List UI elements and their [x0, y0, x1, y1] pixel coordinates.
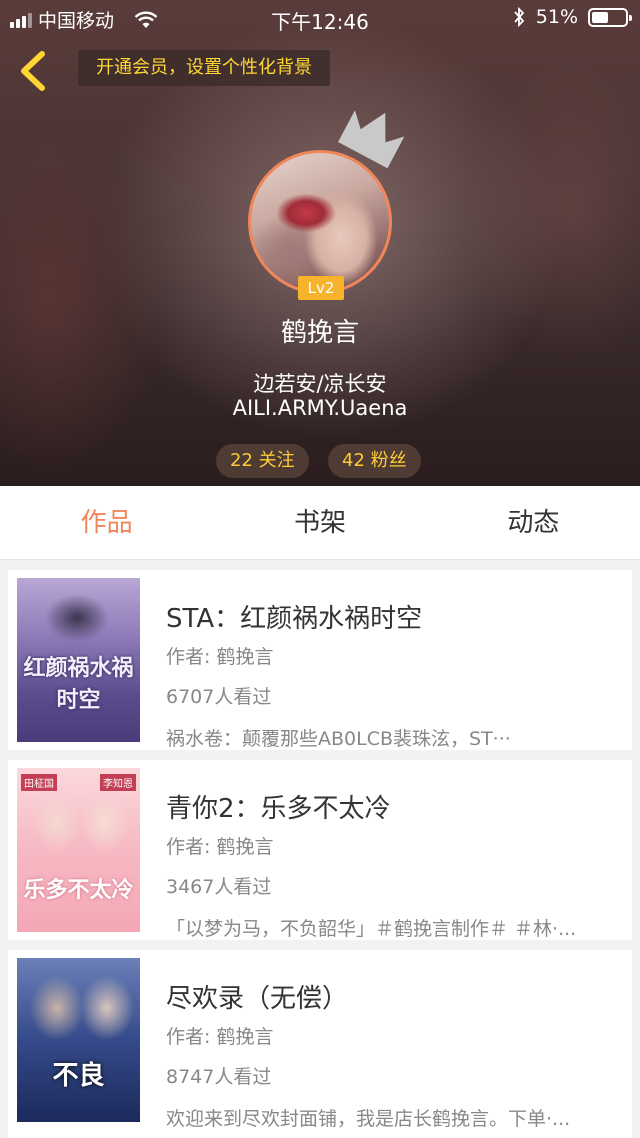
battery-percent: 51% [535, 6, 578, 28]
work-description: 「以梦为马，不负韶华」＃鹤挽言制作＃ ＃林·... [166, 918, 577, 940]
battery-fill [592, 11, 609, 23]
following-count[interactable]: 22 关注 [216, 444, 309, 478]
work-description: 欢迎来到尽欢封面铺，我是店长鹤挽言。下单·... [166, 1108, 571, 1130]
username: 鹤挽言 [280, 318, 359, 348]
vip-banner[interactable]: 开通会员，设置个性化背景 [78, 50, 330, 86]
bio-line-1: 边若安/凉长安 [253, 372, 387, 396]
cover-tag: 田柾国 [21, 774, 57, 791]
level-badge: Lv2 [298, 276, 344, 300]
work-author: 作者: 鹤挽言 [166, 646, 274, 668]
avatar-wrapper[interactable] [248, 150, 392, 294]
cover-tag: 李知恩 [100, 774, 136, 791]
work-title[interactable]: 尽欢录（无偿） [166, 978, 348, 1015]
background-glow [0, 120, 160, 480]
work-views: 6707人看过 [166, 686, 272, 708]
work-title[interactable]: 青你2：乐多不太冷 [166, 788, 391, 825]
cover-text: 乐多不太冷 [23, 877, 134, 903]
fans-count[interactable]: 42 粉丝 [328, 444, 421, 478]
work-title[interactable]: STA：红颜祸水祸时空 [166, 598, 422, 635]
cover-text: 红颜祸水祸时空 [23, 655, 134, 713]
book-cover[interactable]: 红颜祸水祸时空 [17, 578, 140, 742]
work-views: 3467人看过 [166, 876, 272, 898]
status-bar: 中国移动 下午12:46 51% [0, 0, 640, 36]
bio-line-2: AILI.ARMY.Uaena [232, 396, 408, 420]
avatar[interactable] [248, 150, 392, 294]
battery-icon [588, 7, 632, 27]
tab-activity[interactable]: 动态 [427, 486, 640, 559]
book-cover[interactable]: 不良 [17, 958, 140, 1122]
work-description: 祸水卷：颠覆那些AB0LCB裴珠泫，ST··· [166, 728, 511, 750]
list-item[interactable]: 田柾国 李知恩 乐多不太冷 青你2：乐多不太冷 作者: 鹤挽言 3467人看过 … [8, 760, 632, 940]
work-author: 作者: 鹤挽言 [166, 1026, 274, 1048]
profile-header: 中国移动 下午12:46 51% 开通会员，设置个性化背景 Lv2 鹤挽言 边若… [0, 0, 640, 486]
book-cover[interactable]: 田柾国 李知恩 乐多不太冷 [17, 768, 140, 932]
list-item[interactable]: 不良 尽欢录（无偿） 作者: 鹤挽言 8747人看过 欢迎来到尽欢封面铺，我是店… [8, 950, 632, 1138]
status-right: 51% [512, 6, 632, 28]
work-views: 8747人看过 [166, 1066, 272, 1088]
tab-works[interactable]: 作品 [0, 486, 213, 559]
tab-bar: 作品 书架 动态 [0, 486, 640, 560]
work-author: 作者: 鹤挽言 [166, 836, 274, 858]
tab-bookshelf[interactable]: 书架 [213, 486, 426, 559]
cover-text: 不良 [52, 1061, 105, 1091]
bluetooth-icon [514, 7, 525, 27]
back-arrow-icon[interactable] [14, 48, 54, 94]
list-item[interactable]: 红颜祸水祸时空 STA：红颜祸水祸时空 作者: 鹤挽言 6707人看过 祸水卷：… [8, 570, 632, 750]
